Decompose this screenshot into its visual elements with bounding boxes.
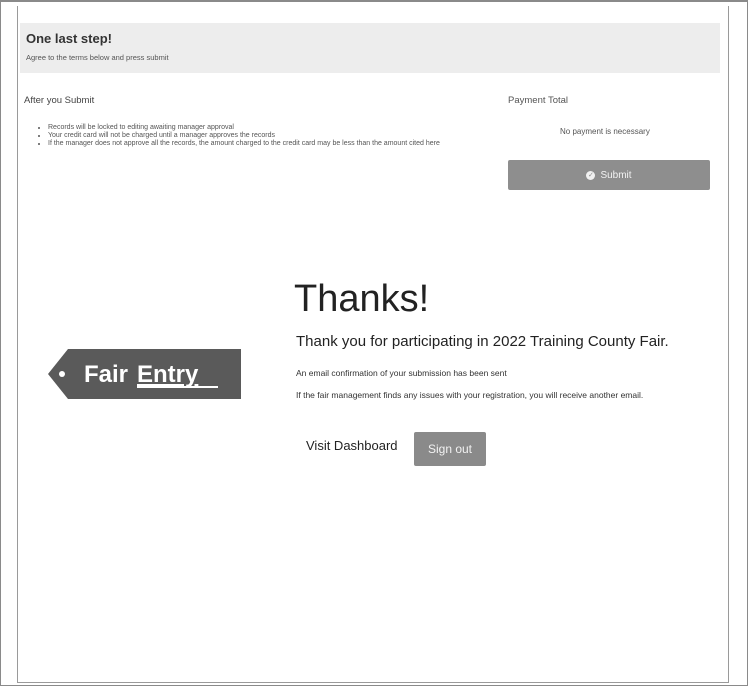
issue-notice-text: If the fair management finds any issues … [296,390,644,400]
list-item: Your credit card will not be charged unt… [48,132,478,140]
list-item: If the manager does not approve all the … [48,140,478,148]
step-banner: One last step! Agree to the terms below … [20,23,720,73]
logo-text-fair: Fair [84,361,128,388]
sign-out-button[interactable]: Sign out [414,432,486,466]
fairentry-logo: Fair Entry [48,349,241,399]
after-submit-heading: After you Submit [24,95,95,106]
payment-total-heading: Payment Total [508,95,569,106]
step-title: One last step! [26,31,112,46]
top-border [0,0,748,2]
check-circle-icon: ✓ [586,170,596,180]
thanks-subtitle: Thank you for participating in 2022 Trai… [296,333,669,350]
logo-text-entry: Entry [137,361,199,388]
visit-dashboard-link[interactable]: Visit Dashboard [306,438,398,453]
after-submit-list: Records will be locked to editing awaiti… [38,124,478,148]
submit-button[interactable]: ✓ Submit [508,160,710,190]
email-confirmation-text: An email confirmation of your submission… [296,368,507,378]
step-subtitle: Agree to the terms below and press submi… [26,53,169,62]
list-item: Records will be locked to editing awaiti… [48,124,478,132]
thanks-title: Thanks! [294,278,430,320]
submit-label: Submit [600,169,632,181]
payment-note: No payment is necessary [560,127,650,136]
